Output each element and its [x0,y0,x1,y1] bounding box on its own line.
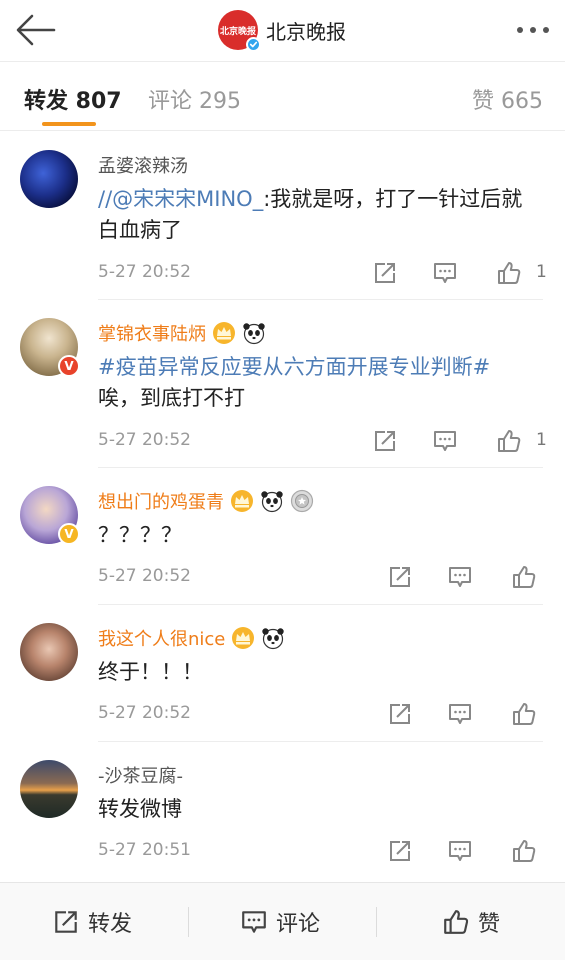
verified-badge-icon: V [58,355,80,377]
comment-icon [449,567,471,587]
avatar[interactable]: V [20,486,80,545]
crown-icon [231,490,253,512]
verified-badge-icon: V [58,523,80,545]
back-arrow-icon [16,14,56,46]
timestamp: 5-27 20:52 [98,430,191,450]
more-options-button[interactable] [513,16,553,44]
panda-icon [243,323,265,345]
tab-like[interactable]: 赞 665 [472,83,543,115]
username[interactable]: 我这个人很nice [98,625,285,651]
comment-button[interactable] [432,260,458,286]
list-item: 我这个人很nice 终于！！！ 5-27 20:52 [0,605,565,742]
comment-icon [434,263,456,283]
like-button[interactable] [511,838,537,864]
username[interactable]: 想出门的鸡蛋青 [98,488,314,514]
account-logo: 北京晚报 [218,10,261,52]
thumbs-up-icon [498,262,521,284]
thumbs-up-icon [513,703,536,725]
comment-text: #疫苗异常反应要从六方面开展专业判断# 唉，到底打不打 [98,355,491,410]
comment-text: //@宋宋宋MINO_:我就是呀，打了一针过后就白血病了 [98,187,523,242]
like-count: 1 [536,262,547,282]
comment-text: ？？？？ [98,523,182,547]
share-icon [390,841,410,861]
comment-button[interactable] [447,701,473,727]
separator [376,907,377,937]
comment-text: 终于！！！ [98,660,203,684]
username[interactable]: -沙茶豆腐- [98,762,183,788]
bottom-like-button[interactable]: 赞 [442,883,500,960]
list-item: -沙茶豆腐- 转发微博 5-27 20:51 [0,742,565,882]
bottom-action-bar: 转发 评论 赞 [0,882,565,960]
repost-button[interactable] [387,564,413,590]
avatar[interactable] [20,150,78,208]
comment-icon [434,431,456,451]
panda-icon [261,491,283,513]
dot-icon [517,27,523,33]
avatar[interactable] [20,623,78,681]
timestamp: 5-27 20:51 [98,840,191,860]
topic-link[interactable]: #疫苗异常反应要从六方面开展专业判断# [98,355,490,379]
panda-icon [262,628,285,650]
avatar[interactable] [20,760,78,818]
tab-active-indicator [42,122,96,126]
avatar[interactable]: V [20,318,80,377]
tab-comment[interactable]: 评论 295 [148,83,241,115]
thumbs-up-icon [513,840,536,862]
dot-icon [530,27,536,33]
thumbs-up-icon [444,910,469,934]
thumbs-up-icon [498,430,521,452]
crown-icon [232,627,255,649]
like-button[interactable] [496,260,522,286]
comment-text: 转发微博 [98,797,182,821]
dot-icon [543,27,549,33]
repost-button[interactable] [387,701,413,727]
crown-icon [213,322,235,344]
like-button[interactable] [496,428,522,454]
bottom-repost-label: 转发 [88,912,133,937]
logo-text: 北京晚报 [219,26,256,37]
comment-button[interactable] [432,428,458,454]
tab-bar: 转发 807 评论 295 赞 665 [0,63,565,131]
share-icon [375,263,395,283]
comment-button[interactable] [447,564,473,590]
separator [188,907,189,937]
share-icon [390,567,410,587]
verified-badge-icon [246,37,261,52]
comment-icon [449,704,471,724]
mention-link[interactable]: //@宋宋宋MINO_ [98,187,263,211]
timestamp: 5-27 20:52 [98,566,191,586]
like-button[interactable] [511,701,537,727]
bottom-comment-button[interactable]: 评论 [240,883,320,960]
tab-repost[interactable]: 转发 807 [24,83,122,115]
share-icon [55,911,77,933]
username[interactable]: 掌锦衣事陆炳 [98,320,266,346]
like-count: 1 [536,430,547,450]
repost-button[interactable] [372,260,398,286]
list-item: V 掌锦衣事陆炳 #疫苗异常反应要从六方面开展专业判断# 唉，到底打不打 5-2… [0,300,565,468]
repost-button[interactable] [372,428,398,454]
account-header[interactable]: 北京晚报 北京晚报 [218,10,346,52]
list-item: V 想出门的鸡蛋青 ？？？？ 5-27 20:52 [0,468,565,605]
list-item: 孟婆滚辣汤 //@宋宋宋MINO_:我就是呀，打了一针过后就白血病了 5-27 … [0,132,565,300]
top-bar: 北京晚报 北京晚报 [0,0,565,62]
timestamp: 5-27 20:52 [98,703,191,723]
comment-icon [242,911,266,933]
share-icon [390,704,410,724]
comment-button[interactable] [447,838,473,864]
medal-icon [290,489,314,513]
back-button[interactable] [14,10,58,50]
like-button[interactable] [511,564,537,590]
username[interactable]: 孟婆滚辣汤 [98,152,188,178]
repost-button[interactable] [387,838,413,864]
comment-icon [449,841,471,861]
bottom-like-label: 赞 [478,912,501,937]
thumbs-up-icon [513,566,536,588]
timestamp: 5-27 20:52 [98,262,191,282]
bottom-repost-button[interactable]: 转发 [52,883,132,960]
bottom-comment-label: 评论 [276,912,321,937]
share-icon [375,431,395,451]
account-name: 北京晚报 [266,19,346,44]
